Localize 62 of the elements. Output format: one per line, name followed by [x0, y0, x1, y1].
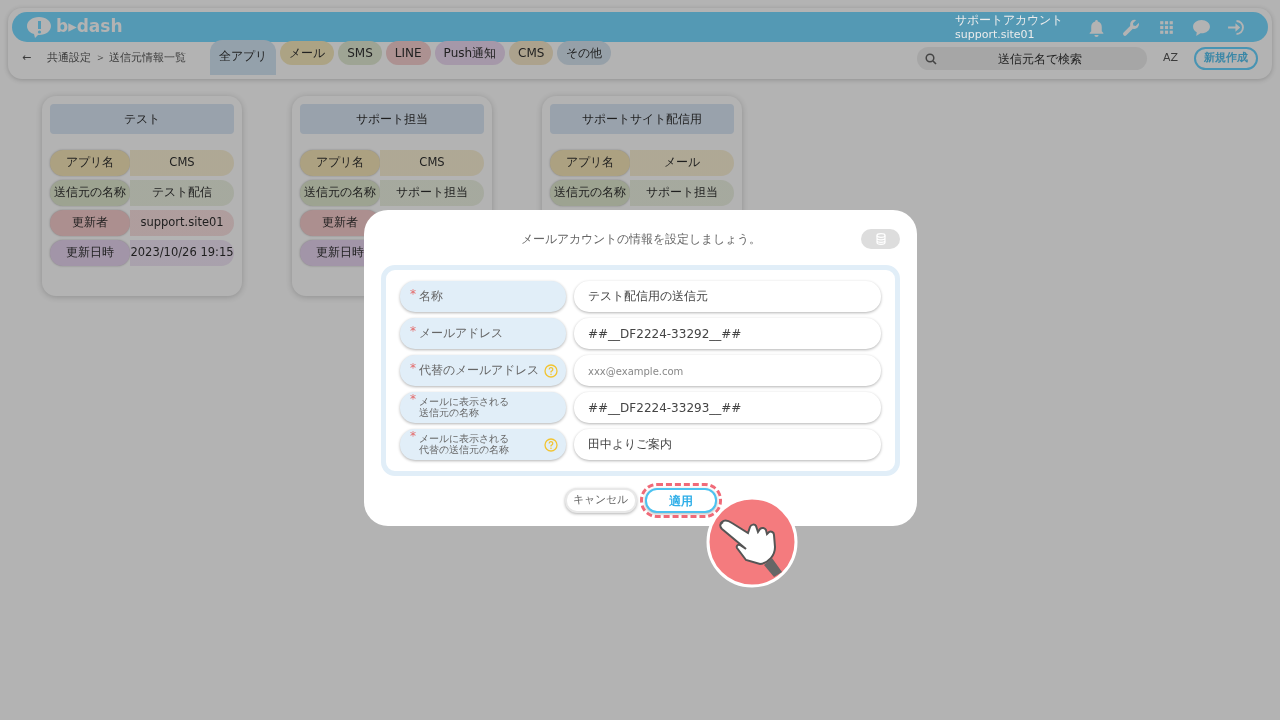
cancel-button[interactable]: キャンセル [564, 488, 637, 513]
field-label: アプリ名 [300, 150, 380, 176]
card-title: サポートサイト配信用 [550, 104, 734, 134]
filter-tab[interactable]: CMS [509, 41, 554, 65]
field-value: CMS [380, 150, 484, 176]
label-text: 送信元の名称 [419, 407, 479, 418]
label-text: 代替のメールアドレス [419, 364, 540, 377]
field-value: 2023/10/26 19:15 [130, 240, 234, 266]
field-label: アプリ名 [50, 150, 130, 176]
logo-text: b▸dash [56, 15, 123, 39]
filter-tab[interactable]: Push通知 [434, 41, 506, 65]
wrench-icon[interactable] [1122, 17, 1141, 37]
database-button[interactable] [861, 229, 900, 249]
label-text: 名称 [419, 290, 444, 303]
label-text: 代替の送信元の名称 [419, 444, 510, 455]
chat-bubble-icon[interactable] [1192, 17, 1211, 37]
help-icon[interactable] [544, 363, 558, 378]
field-label: アプリ名 [550, 150, 630, 176]
breadcrumb-text: 共通設定 ＞ 送信元情報一覧 [47, 50, 187, 67]
field-label: 送信元の名称 [50, 180, 130, 206]
filter-tab[interactable]: SMS [338, 41, 382, 65]
account-id: support.site01 [955, 27, 1036, 42]
bell-icon[interactable] [1087, 17, 1106, 37]
help-icon[interactable] [544, 437, 558, 452]
logo-icon [26, 16, 52, 38]
label-text: メールアドレス [419, 327, 504, 340]
field-label: 更新日時 [50, 240, 130, 266]
field-label: 送信元の名称 [550, 180, 630, 206]
search-field[interactable]: 送信元名で検索 [916, 47, 1147, 70]
search-icon [924, 53, 937, 65]
back-button[interactable]: ← [22, 50, 32, 67]
filter-tab[interactable]: 全アプリ [210, 40, 277, 75]
database-icon [875, 233, 886, 245]
field-label: 更新者 [50, 210, 130, 236]
required-mark: * [410, 430, 416, 443]
label-text: メールに表示される [419, 434, 510, 444]
text-field[interactable]: xxx@example.com [574, 355, 881, 386]
filter-tab[interactable]: LINE [385, 41, 431, 65]
field-value: メール [630, 150, 734, 176]
card-title: テスト [50, 104, 234, 134]
text-field[interactable]: ##__DF2224-33292__## [574, 318, 881, 349]
dialog-title: メールアカウントの情報を設定しましょう。 [520, 231, 761, 248]
text-field[interactable]: ##__DF2224-33293__## [574, 392, 881, 423]
required-mark: * [410, 393, 416, 406]
field-label: 送信元の名称 [300, 180, 380, 206]
required-mark: * [410, 362, 416, 375]
field-value: サポート担当 [380, 180, 484, 206]
required-mark: * [410, 325, 416, 338]
field-value: support.site01 [130, 210, 234, 236]
filter-tab[interactable]: メール [280, 41, 335, 65]
required-mark: * [410, 288, 416, 301]
field-value: サポート担当 [630, 180, 734, 206]
card-title: サポート担当 [300, 104, 484, 134]
label-text: メールに表示される [419, 397, 510, 407]
account-name: サポートアカウント [955, 12, 1063, 28]
logout-icon[interactable] [1227, 17, 1246, 37]
text-field[interactable]: テスト配信用の送信元 [574, 281, 881, 312]
filter-tab[interactable]: その他 [557, 41, 612, 65]
field-value: CMS [130, 150, 234, 176]
sort-button[interactable]: AZ [1162, 50, 1178, 67]
field-value: テスト配信 [130, 180, 234, 206]
text-field[interactable]: 田中よりご案内 [574, 429, 881, 460]
